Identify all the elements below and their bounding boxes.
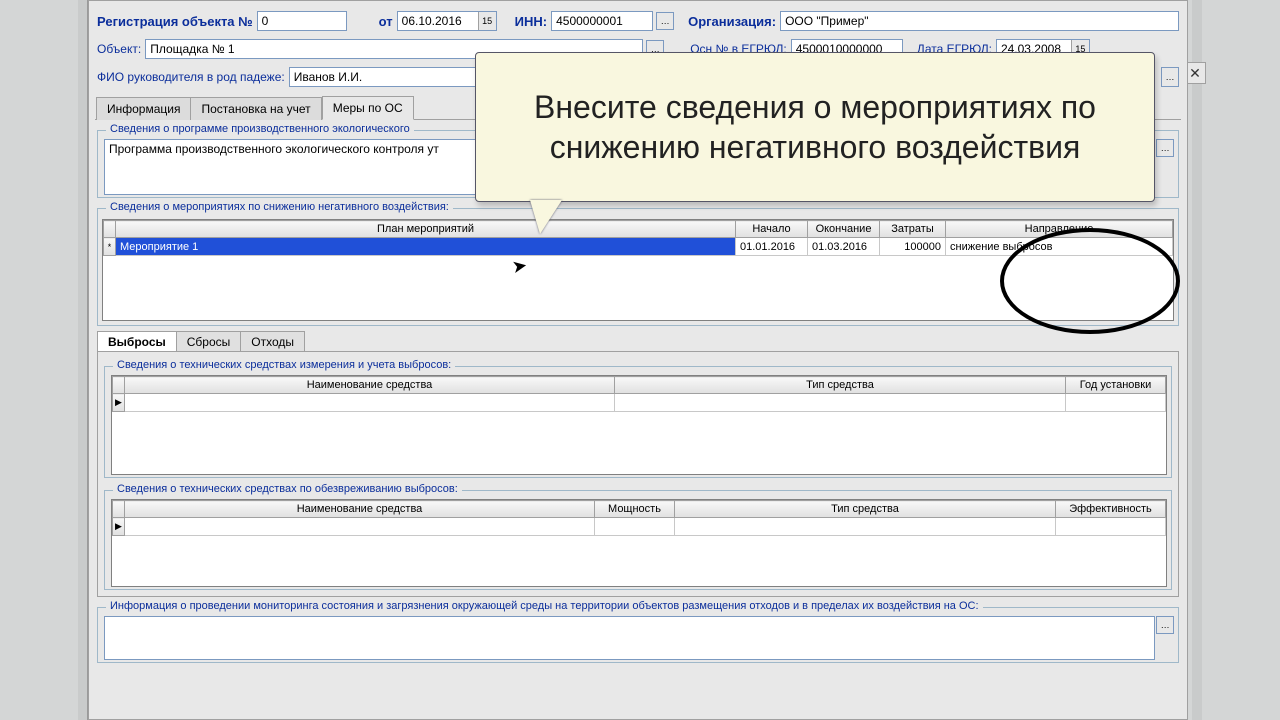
subtab-emissions[interactable]: Выбросы xyxy=(97,331,177,352)
col-eff[interactable]: Эффективность xyxy=(1056,501,1166,518)
program-lookup-button[interactable]: … xyxy=(1156,139,1174,157)
reg-date-input[interactable] xyxy=(398,12,478,30)
col-power[interactable]: Мощность xyxy=(595,501,675,518)
reg-number-input[interactable] xyxy=(257,11,347,31)
subtab-waste[interactable]: Отходы xyxy=(240,331,305,352)
org-label: Организация: xyxy=(688,14,776,29)
calendar-icon[interactable]: 15 xyxy=(478,12,496,30)
group3-title: Сведения о технических средствах измерен… xyxy=(113,359,455,371)
cell-start[interactable]: 01.01.2016 xyxy=(736,238,808,256)
inn-label: ИНН: xyxy=(515,14,547,29)
fio-label: ФИО руководителя в род падеже: xyxy=(97,70,285,84)
table-row[interactable]: * Мероприятие 1 01.01.2016 01.03.2016 10… xyxy=(104,238,1173,256)
neutralization-table[interactable]: Наименование средства Мощность Тип средс… xyxy=(112,500,1166,536)
tab-os-measures[interactable]: Меры по ОС xyxy=(322,96,414,120)
monitoring-lookup-button[interactable]: … xyxy=(1156,616,1174,634)
fio-lookup-button[interactable]: … xyxy=(1161,67,1179,87)
instruction-text: Внесите сведения о мероприятиях по сниже… xyxy=(494,87,1136,167)
tab-registration[interactable]: Постановка на учет xyxy=(190,97,321,120)
col-end[interactable]: Окончание xyxy=(808,221,880,238)
col-cost[interactable]: Затраты xyxy=(880,221,946,238)
callout-tail xyxy=(530,200,562,234)
monitoring-textarea[interactable] xyxy=(104,616,1155,660)
org-input[interactable] xyxy=(780,11,1179,31)
cell-end[interactable]: 01.03.2016 xyxy=(808,238,880,256)
col-direction[interactable]: Направление xyxy=(946,221,1173,238)
title-prefix: Регистрация объекта № xyxy=(97,14,253,29)
object-label: Объект: xyxy=(97,42,141,56)
table-row[interactable]: ▶ xyxy=(113,518,1166,536)
row-indicator-header xyxy=(104,221,116,238)
subtab-discharges[interactable]: Сбросы xyxy=(176,331,242,352)
group2-title: Сведения о мероприятиях по снижению нега… xyxy=(106,201,453,213)
col-type[interactable]: Тип средства xyxy=(615,377,1066,394)
measurement-table[interactable]: Наименование средства Тип средства Год у… xyxy=(112,376,1166,412)
inn-input[interactable] xyxy=(551,11,653,31)
col-name2[interactable]: Наименование средства xyxy=(125,501,595,518)
col-type2[interactable]: Тип средства xyxy=(675,501,1056,518)
sub-tabs: Выбросы Сбросы Отходы xyxy=(89,330,1187,351)
group1-title: Сведения о программе производственного э… xyxy=(106,123,414,135)
col-name[interactable]: Наименование средства xyxy=(125,377,615,394)
col-plan[interactable]: План мероприятий xyxy=(116,221,736,238)
measures-table[interactable]: План мероприятий Начало Окончание Затрат… xyxy=(103,220,1173,256)
instruction-callout: Внесите сведения о мероприятиях по сниже… xyxy=(475,52,1155,202)
table-row[interactable]: ▶ xyxy=(113,394,1166,412)
tab-information[interactable]: Информация xyxy=(96,97,191,120)
cell-cost[interactable]: 100000 xyxy=(880,238,946,256)
group5-title: Информация о проведении мониторинга сост… xyxy=(106,600,983,612)
col-year[interactable]: Год установки xyxy=(1066,377,1166,394)
inn-lookup-button[interactable]: … xyxy=(656,12,674,30)
group4-title: Сведения о технических средствах по обез… xyxy=(113,483,462,495)
cell-direction[interactable]: снижение выбросов xyxy=(946,238,1173,256)
cell-plan[interactable]: Мероприятие 1 xyxy=(116,238,736,256)
ot-label: от xyxy=(379,14,393,29)
row-indicator: * xyxy=(104,238,116,256)
col-start[interactable]: Начало xyxy=(736,221,808,238)
